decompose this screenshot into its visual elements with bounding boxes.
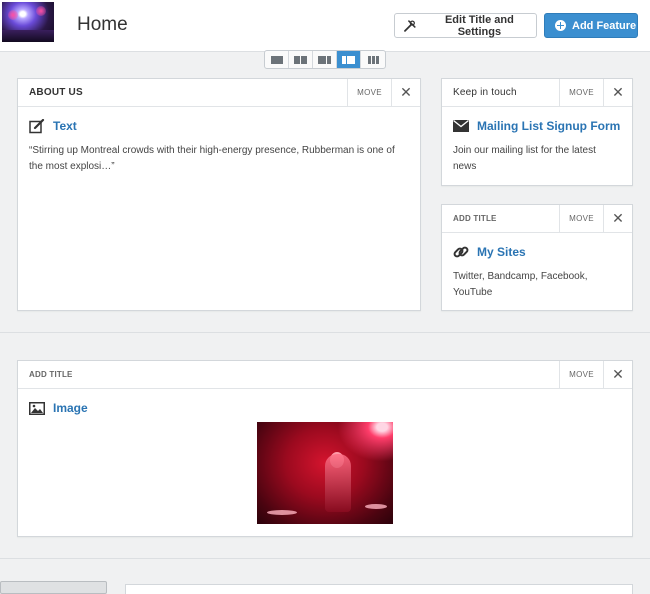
move-button[interactable]: MOVE <box>559 205 603 232</box>
card-title[interactable]: ADD TITLE <box>18 361 559 388</box>
move-button[interactable]: MOVE <box>559 79 603 106</box>
layout-wide-right-button[interactable] <box>337 51 361 68</box>
card-header: ADD TITLE MOVE ✕ <box>442 205 632 233</box>
my-sites-card: ADD TITLE MOVE ✕ My Sites Twitter, Bandc… <box>441 204 633 311</box>
card-header: Keep in touch MOVE ✕ <box>442 79 632 107</box>
card-header: ADD TITLE MOVE ✕ <box>18 361 632 389</box>
layout-switcher <box>264 50 386 69</box>
next-card <box>125 584 633 594</box>
top-bar: Home Edit Title and Settings Add Feature <box>0 0 650 52</box>
card-title[interactable]: Keep in touch <box>442 79 559 106</box>
horizontal-scrollbar[interactable] <box>0 581 107 594</box>
keep-in-touch-card: Keep in touch MOVE ✕ Mailing List Signup… <box>441 78 633 186</box>
card-header: ABOUT US MOVE ✕ <box>18 79 420 107</box>
section-divider <box>0 332 650 333</box>
add-feature-button[interactable]: Add Feature <box>544 13 638 38</box>
about-text: “Stirring up Montreal crowds with their … <box>29 145 395 172</box>
image-icon <box>29 401 45 415</box>
tools-icon <box>404 19 416 32</box>
edit-title-settings-label: Edit Title and Settings <box>444 13 514 38</box>
layout-three-columns-button[interactable] <box>361 51 385 68</box>
close-button[interactable]: ✕ <box>603 205 632 232</box>
link-icon <box>453 246 469 258</box>
close-icon: ✕ <box>612 84 624 100</box>
about-us-card: ABOUT US MOVE ✕ Text “Stirring up Montre… <box>17 78 421 311</box>
close-icon: ✕ <box>400 84 412 100</box>
edit-icon <box>29 118 45 133</box>
text-feature-link[interactable]: Text <box>53 119 77 133</box>
my-sites-feature-link[interactable]: My Sites <box>477 245 526 259</box>
layout-one-column-button[interactable] <box>265 51 289 68</box>
section-divider <box>0 558 650 559</box>
move-button[interactable]: MOVE <box>347 79 391 106</box>
image-feature-link[interactable]: Image <box>53 401 88 415</box>
card-title[interactable]: ABOUT US <box>18 79 347 106</box>
concert-photo <box>257 422 393 524</box>
card-title[interactable]: ADD TITLE <box>442 205 559 232</box>
close-icon: ✕ <box>612 210 624 226</box>
add-feature-label: Add Feature <box>572 19 637 32</box>
mailing-list-feature-link[interactable]: Mailing List Signup Form <box>477 119 620 133</box>
close-button[interactable]: ✕ <box>391 79 420 106</box>
page-title: Home <box>77 14 128 35</box>
close-icon: ✕ <box>612 366 624 382</box>
close-button[interactable]: ✕ <box>603 79 632 106</box>
mailing-list-text: Join our mailing list for the latest new… <box>453 145 596 172</box>
site-thumbnail[interactable] <box>2 2 54 42</box>
layout-two-columns-button[interactable] <box>289 51 313 68</box>
plus-circle-icon <box>555 20 566 31</box>
close-button[interactable]: ✕ <box>603 361 632 388</box>
layout-wide-left-button[interactable] <box>313 51 337 68</box>
edit-title-settings-button[interactable]: Edit Title and Settings <box>394 13 537 38</box>
move-button[interactable]: MOVE <box>559 361 603 388</box>
envelope-icon <box>453 120 469 132</box>
my-sites-text: Twitter, Bandcamp, Facebook, YouTube <box>453 271 588 298</box>
